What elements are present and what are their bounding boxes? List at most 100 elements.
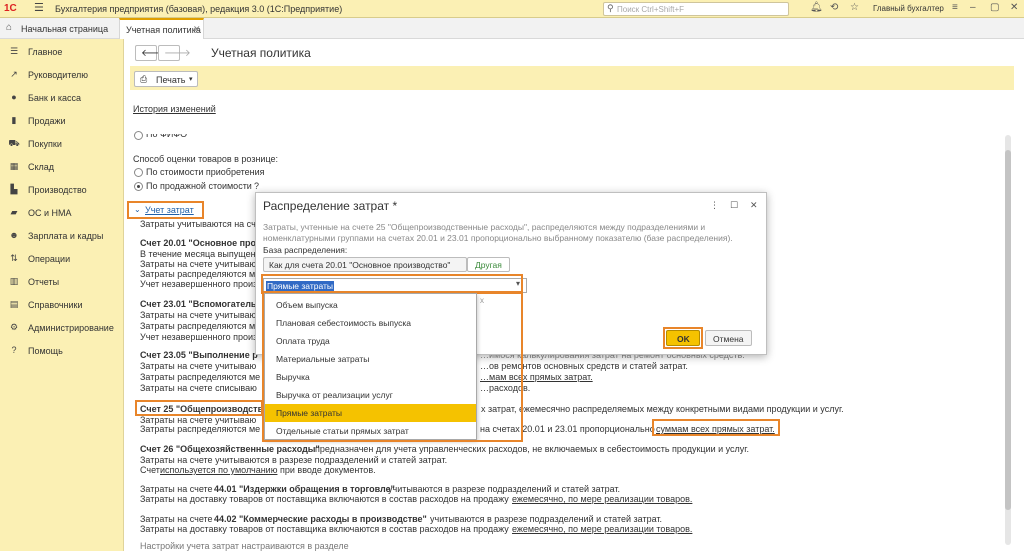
maximize-icon[interactable]: ▢ — [990, 2, 999, 13]
tab-home[interactable]: ⌂ Начальная страница — [0, 18, 117, 39]
highlight-frame — [127, 201, 204, 219]
retail-cost-radio[interactable] — [134, 168, 143, 177]
home-icon: ⌂ — [6, 22, 13, 33]
sidebar-item-salary[interactable]: ☻ Зарплата и кадры — [0, 225, 124, 247]
print-button-label: Печать — [156, 75, 186, 85]
basis-other-button[interactable]: Другая — [467, 257, 510, 272]
sidebar-item-label: Помощь — [28, 346, 63, 356]
highlight-frame — [652, 419, 780, 436]
star-icon[interactable]: ☆ — [850, 2, 859, 13]
history-icon[interactable]: ⟲ — [830, 2, 838, 13]
text-line: Счет — [140, 465, 160, 475]
forward-button[interactable]: 🡒 — [158, 45, 191, 61]
sidebar-item-label: Операции — [28, 254, 71, 264]
chevron-down-icon: ▾ — [189, 76, 193, 83]
text-line: Затраты на счете учитываются в разрезе п… — [140, 455, 448, 465]
sales-icon: ▮ — [11, 115, 17, 125]
sidebar-item-label: ОС и НМА — [28, 208, 72, 218]
text-line: учитываются в разрезе подразделений и ст… — [388, 484, 621, 494]
sidebar-item-reports[interactable]: ▥ Отчеты — [0, 271, 124, 293]
maximize-icon[interactable]: ☐ — [730, 200, 738, 211]
bell-icon[interactable]: 🔔︎ — [810, 2, 823, 13]
search-input[interactable]: ⚲ Поиск Ctrl+Shift+F — [603, 2, 789, 16]
retail-sale-price-radio[interactable] — [134, 182, 143, 191]
sidebar: ☰ Главное ↗ Руководителю ● Банк и касса ▮ Пр… — [0, 39, 124, 551]
retail-sale-price-label: По продажной стоимости — [146, 181, 252, 191]
back-button[interactable]: 🡐 — [135, 45, 168, 61]
sidebar-item-catalogs[interactable]: ▤ Справочники — [0, 294, 124, 316]
basis-other-label: Другая — [475, 260, 502, 270]
tab-accounting-policy[interactable]: Учетная политика ✕ — [119, 18, 204, 39]
text-line: Затраты распределяются м — [140, 321, 256, 331]
operations-icon: ⇅ — [10, 253, 18, 263]
sidebar-item-help[interactable]: ? Помощь — [0, 340, 124, 362]
text-line: Учет незавершенного произ — [140, 279, 258, 289]
text-line: Затраты на счете — [140, 484, 213, 494]
more-icon[interactable]: ⋮ — [710, 200, 719, 211]
sidebar-item-operations[interactable]: ⇅ Операции — [0, 248, 124, 270]
sidebar-item-label: Склад — [28, 162, 55, 172]
highlight-frame — [262, 291, 523, 442]
page-title: Учетная политика — [211, 46, 311, 60]
basis-as-20-button[interactable]: Как для счета 20.01 "Основное производст… — [263, 257, 467, 272]
text-line: предназначен для учета управленческих ра… — [315, 444, 749, 454]
text-line: учитываются в разрезе подразделений и ст… — [430, 514, 663, 524]
text-line: Затраты на счете учитываю — [140, 361, 257, 371]
default-usage-link[interactable]: используется по умолчанию — [160, 465, 277, 475]
arrow-right-icon: 🡒 — [164, 48, 191, 59]
sidebar-item-purchases[interactable]: ⛟ Покупки — [0, 133, 124, 155]
close-icon[interactable]: ✕ — [1010, 2, 1018, 13]
sidebar-item-label: Банк и касса — [28, 93, 81, 103]
minimize-icon[interactable]: – — [970, 2, 976, 13]
history-link[interactable]: История изменений — [133, 104, 216, 114]
settings-icon[interactable]: ≡ — [952, 2, 958, 13]
highlight-frame — [663, 327, 703, 349]
sidebar-item-assets[interactable]: ▰ ОС и НМА — [0, 202, 124, 224]
sidebar-item-admin[interactable]: ⚙ Администрирование — [0, 317, 124, 339]
monthly-realization-link[interactable]: ежемесячно, по мере реализации товаров. — [512, 494, 692, 504]
fifo-radio[interactable] — [134, 131, 143, 140]
cancel-button[interactable]: Отмена — [705, 330, 752, 346]
window-title: Бухгалтерия предприятия (базовая), редак… — [55, 4, 343, 14]
text-line: Затраты распределяются ме — [140, 424, 261, 434]
text-line: Затраты на счете учитываю — [140, 310, 257, 320]
intro-text: Затраты учитываются на сч — [140, 219, 256, 229]
basis-as-20-label: Как для счета 20.01 "Основное производст… — [269, 260, 451, 270]
command-bar — [130, 66, 1014, 90]
cart-icon: ⛟ — [8, 138, 20, 148]
report-icon: ▥ — [9, 276, 19, 286]
account-4401-title: 44.01 "Издержки обращения в торговле" — [214, 484, 395, 494]
account-2305-title: Счет 23.05 "Выполнение р — [140, 350, 258, 360]
help-icon: ? — [11, 345, 17, 355]
sidebar-item-label: Справочники — [28, 300, 83, 310]
user-name[interactable]: Главный бухгалтер — [873, 4, 944, 13]
search-placeholder: Поиск Ctrl+Shift+F — [617, 5, 685, 14]
main-menu-icon[interactable]: ☰ — [34, 1, 44, 14]
retail-cost-label: По стоимости приобретения — [146, 167, 265, 177]
help-question-icon[interactable]: ? — [254, 181, 259, 191]
factory-icon: ▙ — [10, 184, 18, 194]
sidebar-item-label: Администрирование — [28, 323, 114, 333]
sidebar-item-production[interactable]: ▙ Производство — [0, 179, 124, 201]
sidebar-item-bank[interactable]: ● Банк и касса — [0, 87, 124, 109]
sidebar-item-sales[interactable]: ▮ Продажи — [0, 110, 124, 132]
sidebar-item-label: Производство — [28, 185, 87, 195]
people-icon: ☻ — [9, 230, 19, 240]
sidebar-item-label: Покупки — [28, 139, 62, 149]
sidebar-item-main[interactable]: ☰ Главное — [0, 41, 124, 63]
monthly-realization-link-2[interactable]: ежемесячно, по мере реализации товаров. — [512, 524, 692, 534]
warehouse-icon: ▦ — [9, 161, 19, 171]
text-line: Затраты на доставку товаров от поставщик… — [140, 524, 509, 534]
sidebar-item-warehouse[interactable]: ▦ Склад — [0, 156, 124, 178]
sidebar-item-director[interactable]: ↗ Руководителю — [0, 64, 124, 86]
text-line: В течение месяца выпущен — [140, 249, 256, 259]
tab-close-icon[interactable]: ✕ — [193, 24, 201, 35]
scrollbar-thumb[interactable] — [1005, 150, 1011, 510]
chart-line-icon: ↗ — [10, 69, 18, 79]
print-button[interactable]: ⎙ Печать ▾ — [134, 71, 198, 87]
close-icon[interactable]: ✕ — [750, 200, 758, 211]
search-icon: ⚲ — [607, 3, 614, 13]
tab-bar: ⌂ Начальная страница Учетная политика ✕ — [0, 18, 1024, 39]
tab-accounting-policy-label: Учетная политика — [126, 25, 201, 35]
retail-method-label: Способ оценки товаров в рознице: — [133, 154, 279, 164]
